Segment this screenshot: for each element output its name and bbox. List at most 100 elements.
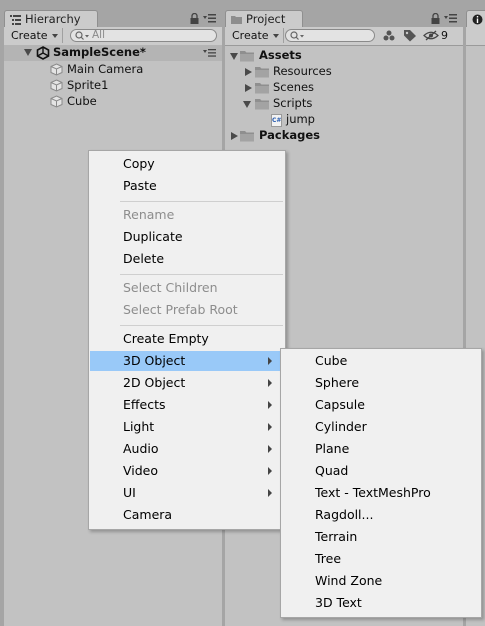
gameobject-cube-icon bbox=[50, 95, 63, 108]
submenu-item-quad[interactable]: Quad bbox=[282, 461, 480, 481]
fold-open-icon[interactable] bbox=[230, 53, 238, 60]
menu-item-audio[interactable]: Audio bbox=[90, 439, 284, 459]
folder-icon bbox=[240, 131, 254, 142]
menu-separator bbox=[120, 274, 283, 275]
submenu-item-tree[interactable]: Tree bbox=[282, 549, 480, 569]
chevron-right-icon bbox=[268, 445, 272, 453]
submenu-item-sphere[interactable]: Sphere bbox=[282, 373, 480, 393]
menu-item-label: Video bbox=[123, 463, 159, 478]
fold-closed-icon[interactable] bbox=[245, 84, 252, 92]
gameobject-cube-icon bbox=[50, 63, 63, 76]
menu-item-effects[interactable]: Effects bbox=[90, 395, 284, 415]
hierarchy-item-label: Sprite1 bbox=[67, 78, 109, 92]
tab-inspector[interactable] bbox=[466, 10, 485, 27]
submenu-item-3d-text[interactable]: 3D Text bbox=[282, 593, 480, 613]
menu-item-light[interactable]: Light bbox=[90, 417, 284, 437]
scene-menu-icon[interactable] bbox=[203, 49, 216, 57]
menu-item-label: 2D Object bbox=[123, 375, 186, 390]
menu-item-paste[interactable]: Paste bbox=[90, 176, 284, 196]
eye-slash-icon bbox=[423, 30, 439, 41]
scene-row[interactable]: SampleScene* bbox=[4, 45, 222, 61]
submenu-item-cylinder[interactable]: Cylinder bbox=[282, 417, 480, 437]
hierarchy-search-input[interactable]: All bbox=[70, 29, 217, 42]
menu-item-label: Terrain bbox=[315, 529, 358, 544]
menu-item-label: Select Prefab Root bbox=[123, 302, 238, 317]
menu-item-ui[interactable]: UI bbox=[90, 483, 284, 503]
menu-item-3d-object[interactable]: 3D Object bbox=[90, 351, 284, 371]
context-menu: Copy Paste Rename Duplicate Delete Selec… bbox=[88, 150, 286, 530]
fold-closed-icon[interactable] bbox=[231, 132, 238, 140]
folder-icon bbox=[231, 16, 242, 24]
hierarchy-toolbar: Create All bbox=[4, 27, 222, 46]
hierarchy-item-label: Cube bbox=[67, 94, 97, 108]
tab-hierarchy[interactable]: Hierarchy bbox=[4, 10, 98, 27]
search-by-type-icon[interactable] bbox=[382, 29, 396, 42]
menu-item-duplicate[interactable]: Duplicate bbox=[90, 227, 284, 247]
csharp-file-icon: C# bbox=[271, 114, 282, 127]
submenu-item-ragdoll[interactable]: Ragdoll... bbox=[282, 505, 480, 525]
menu-item-copy[interactable]: Copy bbox=[90, 154, 284, 174]
submenu-item-text-textmeshpro[interactable]: Text - TextMeshPro bbox=[282, 483, 480, 503]
submenu-item-plane[interactable]: Plane bbox=[282, 439, 480, 459]
submenu-item-cube[interactable]: Cube bbox=[282, 351, 480, 371]
menu-item-label: Sphere bbox=[315, 375, 360, 390]
menu-item-label: Effects bbox=[123, 397, 166, 412]
chevron-right-icon bbox=[268, 423, 272, 431]
menu-item-create-empty[interactable]: Create Empty bbox=[90, 329, 284, 349]
project-item-label: Scripts bbox=[273, 96, 313, 110]
fold-open-icon[interactable] bbox=[24, 49, 32, 56]
hierarchy-search-placeholder: All bbox=[92, 29, 106, 41]
project-item-jump-script[interactable]: C# jump bbox=[271, 112, 441, 128]
menu-item-label: Select Children bbox=[123, 280, 218, 295]
chevron-down-icon bbox=[272, 34, 279, 38]
menu-item-label: Plane bbox=[315, 441, 350, 456]
menu-item-video[interactable]: Video bbox=[90, 461, 284, 481]
submenu-item-wind-zone[interactable]: Wind Zone bbox=[282, 571, 480, 591]
submenu-item-terrain[interactable]: Terrain bbox=[282, 527, 480, 547]
folder-icon bbox=[255, 83, 269, 94]
tab-project[interactable]: Project bbox=[225, 10, 303, 27]
menu-item-camera[interactable]: Camera bbox=[90, 505, 284, 525]
menu-item-select-prefab-root: Select Prefab Root bbox=[90, 300, 284, 320]
menu-item-label: Paste bbox=[123, 178, 157, 193]
tag-icon[interactable] bbox=[403, 29, 417, 42]
project-item-resources[interactable]: Resources bbox=[243, 64, 443, 80]
lock-icon[interactable] bbox=[431, 13, 440, 24]
project-create-label: Create bbox=[232, 29, 269, 42]
chevron-right-icon bbox=[268, 467, 272, 475]
menu-item-delete[interactable]: Delete bbox=[90, 249, 284, 269]
hidden-packages-toggle[interactable]: 9 bbox=[423, 28, 448, 43]
menu-item-label: Tree bbox=[315, 551, 342, 566]
tab-hierarchy-label: Hierarchy bbox=[25, 12, 81, 26]
menu-item-label: Audio bbox=[123, 441, 159, 456]
panel-menu-icon[interactable] bbox=[203, 14, 216, 23]
project-item-packages[interactable]: Packages bbox=[229, 128, 449, 144]
menu-item-2d-object[interactable]: 2D Object bbox=[90, 373, 284, 393]
lock-icon[interactable] bbox=[190, 13, 199, 24]
project-item-scripts[interactable]: Scripts bbox=[243, 96, 443, 112]
list-icon bbox=[10, 15, 21, 25]
menu-item-label: Create Empty bbox=[123, 331, 209, 346]
project-item-label: Assets bbox=[259, 48, 302, 62]
menu-separator bbox=[120, 201, 283, 202]
project-create-button[interactable]: Create bbox=[225, 28, 284, 43]
folder-icon bbox=[255, 99, 269, 110]
inspector-tabbar bbox=[466, 10, 485, 27]
project-item-label: Packages bbox=[259, 128, 320, 142]
info-icon bbox=[472, 14, 483, 25]
project-item-scenes[interactable]: Scenes bbox=[243, 80, 443, 96]
project-search-input[interactable] bbox=[285, 29, 375, 42]
menu-item-label: Delete bbox=[123, 251, 165, 266]
chevron-right-icon bbox=[268, 489, 272, 497]
hidden-count: 9 bbox=[441, 29, 448, 42]
panel-menu-icon[interactable] bbox=[444, 14, 457, 23]
hierarchy-tabbar: Hierarchy bbox=[4, 10, 222, 27]
project-item-label: jump bbox=[286, 112, 315, 126]
submenu-item-capsule[interactable]: Capsule bbox=[282, 395, 480, 415]
project-item-assets[interactable]: Assets bbox=[229, 48, 449, 64]
fold-closed-icon[interactable] bbox=[245, 68, 252, 76]
hierarchy-create-button[interactable]: Create bbox=[4, 28, 63, 43]
fold-open-icon[interactable] bbox=[243, 101, 251, 108]
menu-item-label: Ragdoll... bbox=[315, 507, 374, 522]
menu-item-label: Quad bbox=[315, 463, 349, 478]
